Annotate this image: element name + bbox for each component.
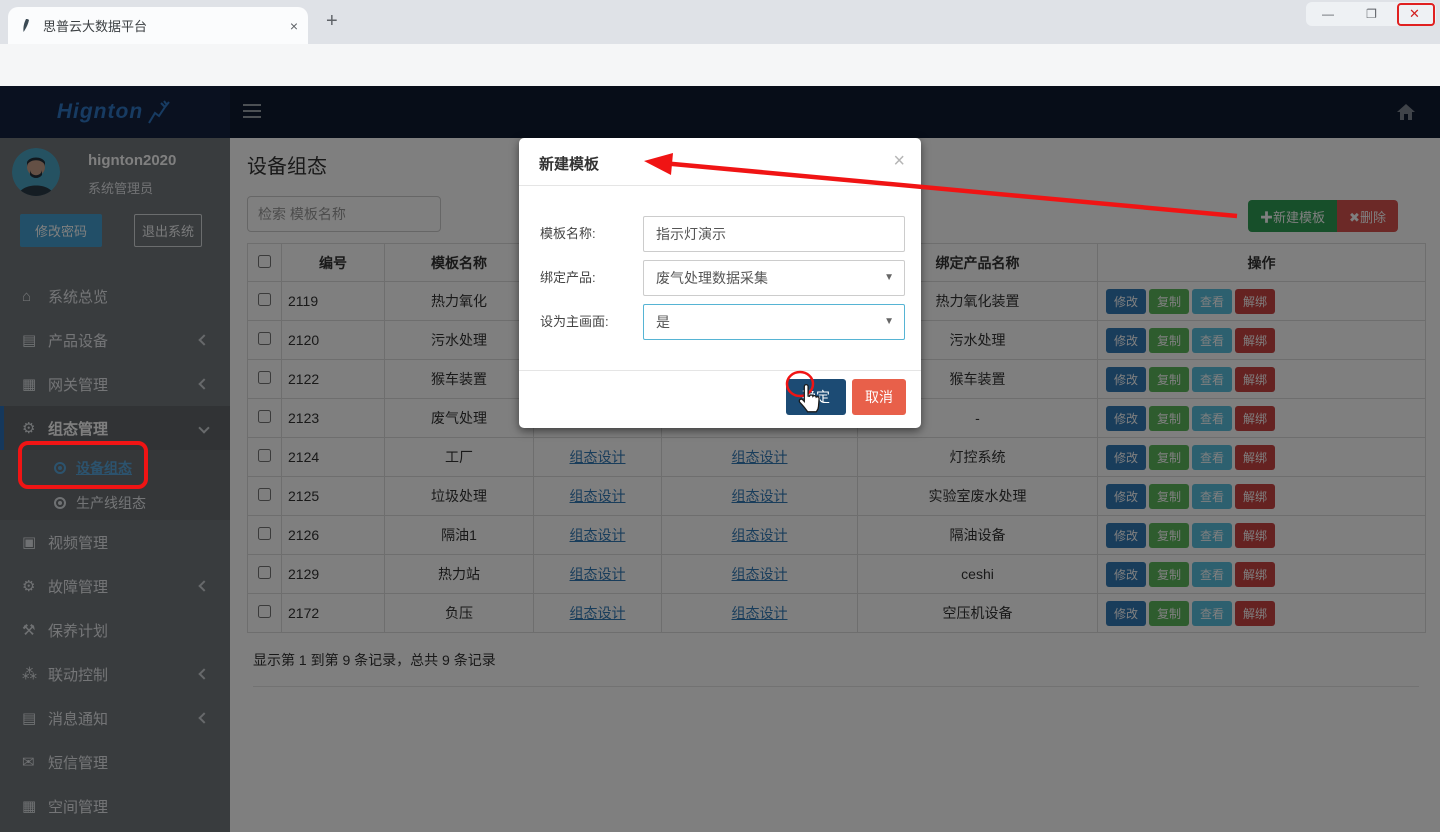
tab-title: 思普云大数据平台	[43, 16, 290, 35]
window-controls: — ❐ ✕	[1306, 2, 1436, 26]
main-screen-select[interactable]: 是 ▼	[643, 304, 905, 340]
modal-title: 新建模板	[539, 153, 599, 174]
browser-tab-strip: 思普云大数据平台 × + — ❐ ✕	[0, 0, 1440, 44]
template-name-label: 模板名称:	[540, 216, 636, 252]
cancel-button[interactable]: 取消	[852, 379, 906, 415]
bind-product-select[interactable]: 废气处理数据采集 ▼	[643, 260, 905, 296]
modal-footer: 确定 取消	[519, 370, 921, 428]
screen: 思普云大数据平台 × + — ❐ ✕ ← → ↻ ⚠ 不安全 | iot.ido…	[0, 0, 1440, 832]
restore-icon[interactable]: ❐	[1366, 7, 1377, 21]
tab-close-icon[interactable]: ×	[290, 18, 298, 34]
new-template-modal: 新建模板 × 模板名称: 绑定产品: 废气处理数据采集 ▼ 设为主画面: 是 ▼…	[519, 138, 921, 428]
bind-product-label: 绑定产品:	[540, 260, 636, 296]
modal-header: 新建模板 ×	[519, 138, 921, 186]
template-name-input[interactable]	[643, 216, 905, 252]
new-tab-button[interactable]: +	[326, 10, 338, 33]
caret-down-icon: ▼	[884, 305, 894, 339]
modal-close-icon[interactable]: ×	[893, 150, 905, 173]
caret-down-icon: ▼	[884, 261, 894, 295]
minimize-icon[interactable]: —	[1322, 7, 1334, 21]
close-icon[interactable]: ✕	[1409, 6, 1420, 22]
ok-button[interactable]: 确定	[786, 379, 846, 415]
browser-tab[interactable]: 思普云大数据平台 ×	[8, 7, 308, 44]
main-screen-label: 设为主画面:	[540, 304, 636, 340]
favicon	[18, 18, 34, 34]
browser-toolbar: ← → ↻ ⚠ 不安全 | iot.idosp.net /admin/index…	[0, 44, 1440, 86]
